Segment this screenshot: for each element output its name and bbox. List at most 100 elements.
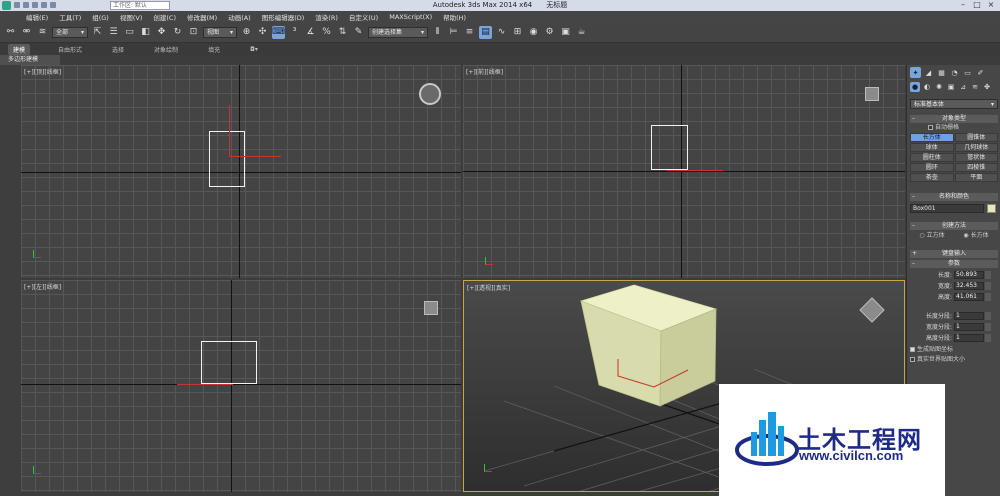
selection-filter-dropdown[interactable]: 全部 ▾ (52, 26, 88, 38)
layer-manager-icon[interactable]: ≡ (463, 26, 476, 39)
select-by-name-icon[interactable]: ☰ (107, 26, 120, 39)
modify-tab-icon[interactable]: ◢ (923, 67, 934, 78)
box-button[interactable]: 长方体 (910, 133, 954, 142)
box-wireframe[interactable] (651, 125, 688, 170)
menu-create[interactable]: 创建(C) (153, 12, 176, 22)
render-setup-icon[interactable]: ⚙ (543, 26, 556, 39)
viewcube-icon[interactable] (865, 87, 879, 101)
edit-named-selection-icon[interactable]: ✎ (352, 26, 365, 39)
align-icon[interactable]: ⊨ (447, 26, 460, 39)
tab-object-paint[interactable]: 对象绘制 (152, 45, 180, 54)
create-tab-icon[interactable]: ✦ (910, 67, 921, 78)
parameters-header[interactable]: – 参数 (910, 260, 998, 268)
spinner-snap-icon[interactable]: ⇅ (336, 26, 349, 39)
menu-maxscript[interactable]: MAXScript(X) (389, 13, 432, 21)
geometry-category-dropdown[interactable]: 标准基本体 ▾ (910, 99, 998, 109)
polygon-modeling-panel[interactable]: 多边形建模 (0, 55, 60, 65)
tab-populate[interactable]: 填充 (206, 45, 222, 54)
menu-tools[interactable]: 工具(T) (59, 12, 81, 22)
reference-coord-dropdown[interactable]: 视图 ▾ (203, 26, 237, 38)
box-wireframe[interactable] (201, 341, 257, 384)
keyboard-shortcut-override-icon[interactable]: ⌨ (272, 25, 285, 39)
menu-customize[interactable]: 自定义(U) (349, 12, 378, 22)
real-world-checkbox[interactable]: 真实世界贴图大小 (910, 355, 998, 365)
box-wireframe[interactable] (209, 131, 245, 187)
named-selection-dropdown[interactable]: 创建选择集 ▾ (368, 26, 428, 38)
snaps-toggle-icon[interactable]: ³ (288, 26, 301, 39)
pivot-center-icon[interactable]: ⊕ (240, 26, 253, 39)
rectangular-selection-icon[interactable]: ▭ (123, 26, 136, 39)
unlink-icon[interactable]: ⚮ (20, 26, 33, 39)
autogrid-checkbox[interactable]: 自动栅格 (910, 123, 998, 133)
object-color-swatch[interactable] (987, 204, 996, 213)
mirror-icon[interactable]: ⫴ (431, 26, 444, 39)
geometry-icon[interactable]: ● (910, 82, 920, 92)
width-segs-field[interactable]: 1 (954, 322, 984, 331)
tab-freeform[interactable]: 自由形式 (56, 45, 84, 54)
render-production-icon[interactable]: ☕ (575, 26, 588, 39)
hierarchy-tab-icon[interactable]: ▦ (936, 67, 947, 78)
move-icon[interactable]: ✥ (155, 26, 168, 39)
menu-help[interactable]: 帮助(H) (443, 12, 466, 22)
display-tab-icon[interactable]: ▭ (962, 67, 973, 78)
viewport-left[interactable]: [+][左][线框] (21, 280, 461, 492)
plane-button[interactable]: 平面 (954, 173, 998, 182)
menu-graph-editors[interactable]: 图形编辑器(D) (262, 12, 305, 22)
material-editor-icon[interactable]: ◉ (527, 26, 540, 39)
maximize-icon[interactable]: □ (970, 0, 984, 11)
menu-rendering[interactable]: 渲染(R) (315, 12, 338, 22)
menu-modifiers[interactable]: 修改器(M) (187, 12, 217, 22)
space-warps-icon[interactable]: ≋ (970, 82, 980, 92)
menu-views[interactable]: 视图(V) (120, 12, 143, 22)
object-type-header[interactable]: – 对象类型 (910, 115, 998, 123)
link-icon[interactable]: ⚯ (4, 26, 17, 39)
select-object-icon[interactable]: ⇱ (91, 26, 104, 39)
scale-icon[interactable]: ⊡ (187, 26, 200, 39)
geosphere-button[interactable]: 几何球体 (954, 143, 998, 152)
cone-button[interactable]: 圆锥体 (954, 133, 998, 142)
helpers-icon[interactable]: ⊿ (958, 82, 968, 92)
viewport-front[interactable]: [+][前][线框] (463, 65, 905, 278)
bind-space-warp-icon[interactable]: ≋ (36, 26, 49, 39)
tab-selection[interactable]: 选择 (110, 45, 126, 54)
close-icon[interactable]: × (984, 0, 998, 11)
cameras-icon[interactable]: ▣ (946, 82, 956, 92)
length-spinner[interactable] (985, 270, 991, 279)
window-crossing-icon[interactable]: ◧ (139, 26, 152, 39)
length-segs-field[interactable]: 1 (954, 311, 984, 320)
menu-edit[interactable]: 编辑(E) (26, 12, 48, 22)
systems-icon[interactable]: ✤ (982, 82, 992, 92)
width-segs-spinner[interactable] (985, 322, 991, 331)
keyboard-entry-header[interactable]: + 键盘输入 (910, 250, 998, 258)
height-spinner[interactable] (985, 292, 991, 301)
name-color-header[interactable]: – 名称和颜色 (910, 193, 998, 201)
utilities-tab-icon[interactable]: ✐ (975, 67, 986, 78)
length-segs-spinner[interactable] (985, 311, 991, 320)
tube-button[interactable]: 管状体 (954, 153, 998, 162)
sphere-button[interactable]: 球体 (910, 143, 954, 152)
viewport-top[interactable]: [+][顶][线框] (21, 65, 461, 278)
torus-button[interactable]: 圆环 (910, 163, 954, 172)
length-field[interactable]: 50.893 (954, 270, 984, 279)
ribbon-options-icon[interactable]: ◘▾ (248, 46, 260, 53)
menu-animation[interactable]: 动画(A) (228, 12, 251, 22)
menu-group[interactable]: 组(G) (92, 12, 109, 22)
height-field[interactable]: 41.061 (954, 292, 984, 301)
minimize-icon[interactable]: – (956, 0, 970, 11)
box-radio[interactable]: ◉ 长方体 (963, 231, 988, 241)
viewport-front-label[interactable]: [+][前][线框] (466, 67, 503, 76)
height-segs-spinner[interactable] (985, 333, 991, 342)
creation-method-header[interactable]: – 创建方法 (910, 222, 998, 230)
lights-icon[interactable]: ✺ (934, 82, 944, 92)
tab-modeling[interactable]: 建模 (8, 43, 31, 55)
schematic-view-icon[interactable]: ⊞ (511, 26, 524, 39)
shapes-icon[interactable]: ◐ (922, 82, 932, 92)
height-segs-field[interactable]: 1 (954, 333, 984, 342)
percent-snap-icon[interactable]: % (320, 26, 333, 39)
object-name-field[interactable]: Box001 (910, 204, 984, 213)
pyramid-button[interactable]: 四棱锥 (954, 163, 998, 172)
motion-tab-icon[interactable]: ◔ (949, 67, 960, 78)
angle-snap-icon[interactable]: ∡ (304, 26, 317, 39)
viewcube-icon[interactable] (419, 83, 441, 105)
viewport-top-label[interactable]: [+][顶][线框] (24, 67, 61, 76)
